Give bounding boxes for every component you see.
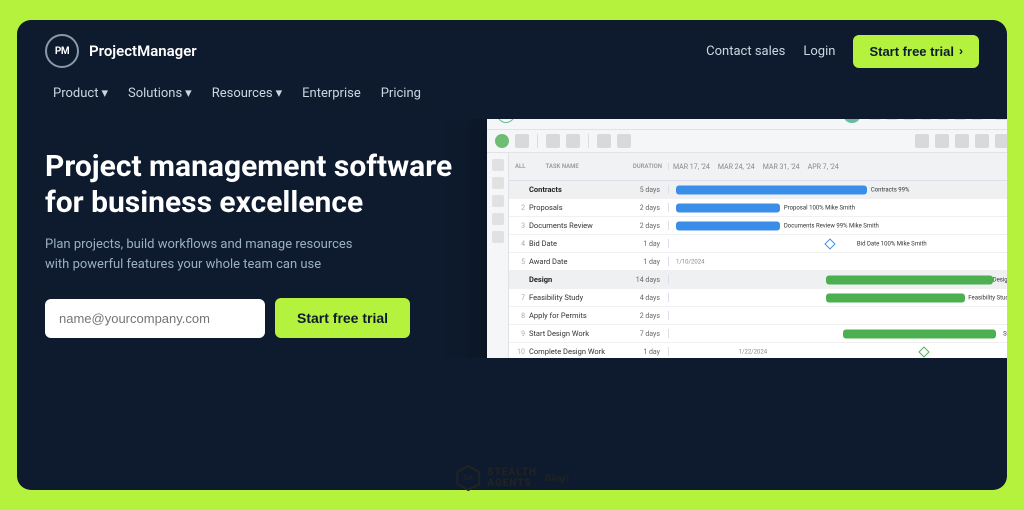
main-container: PM ProjectManager Contact sales Login St… (17, 20, 1007, 490)
watermark-badge: SA STEALTH AGENTS Blog! (454, 464, 569, 492)
paste-icon (955, 134, 969, 148)
app-toolbar (487, 130, 1007, 153)
table-row: 10 Complete Design Work 1 day 1/22/2024 (509, 343, 1007, 358)
filter-icon (546, 134, 560, 148)
table-row: 5 Award Date 1 day 1/10/2024 (509, 253, 1007, 271)
chevron-down-icon: ▾ (101, 86, 108, 101)
chevron-down-icon: ▾ (276, 86, 283, 101)
table-row: Design 14 days Design 87% (509, 271, 1007, 289)
logo-icon: PM (45, 34, 79, 68)
app-logo-small: PM (497, 119, 515, 123)
logo-text: ProjectManager (89, 42, 197, 60)
table-row: 4 Bid Date 1 day Bid Date 100% Mike Smit… (509, 235, 1007, 253)
cta-row: Start free trial (45, 298, 515, 338)
table-row: 7 Feasibility Study 4 days Feasibility S… (509, 289, 1007, 307)
svg-text:SA: SA (463, 475, 473, 482)
calendar-icon (937, 119, 949, 120)
gantt-header: ALL TASK NAME DURATION MAR 17, '24 MAR 2… (509, 153, 1007, 181)
table-row: 8 Apply for Permits 2 days (509, 307, 1007, 325)
avatar: G (843, 119, 861, 123)
nav-pricing[interactable]: Pricing (373, 82, 429, 105)
hero-left: Project management software for business… (45, 149, 515, 338)
nav-resources[interactable]: Resources ▾ (204, 82, 290, 105)
app-content: ALL TASK NAME DURATION MAR 17, '24 MAR 2… (487, 153, 1007, 358)
table-row: Contracts 5 days Contracts 99% (509, 181, 1007, 199)
watermark-text: STEALTH AGENTS (487, 467, 537, 489)
header: PM ProjectManager Contact sales Login St… (17, 20, 1007, 82)
table-row: 9 Start Design Work 7 days Start Design … (509, 325, 1007, 343)
link-icon (566, 134, 580, 148)
start-trial-hero-button[interactable]: Start free trial (275, 298, 410, 338)
chart-icon (954, 119, 966, 120)
export-icon (995, 134, 1007, 148)
nav-bar: Product ▾ Solutions ▾ Resources ▾ Enterp… (17, 82, 1007, 119)
gantt-rows: Contracts 5 days Contracts 99% 2 (509, 181, 1007, 358)
gantt-left-header: ALL TASK NAME DURATION (509, 163, 669, 170)
header-left: PM ProjectManager (45, 34, 197, 68)
contact-sales-link[interactable]: Contact sales (706, 44, 785, 59)
nav-solutions[interactable]: Solutions ▾ (120, 82, 200, 105)
cut-icon (915, 134, 929, 148)
delete-icon (597, 134, 611, 148)
copy-icon (935, 134, 949, 148)
nav-product[interactable]: Product ▾ (45, 82, 116, 105)
watermark: SA STEALTH AGENTS Blog! (454, 464, 569, 492)
login-button[interactable]: Login (803, 44, 835, 59)
indent-icon (617, 134, 631, 148)
hero-section: Project management software for business… (17, 119, 1007, 358)
grid-icon (903, 119, 915, 120)
add-icon (495, 134, 509, 148)
email-input[interactable] (45, 299, 265, 338)
menu-icon (869, 119, 881, 120)
blog-label: Blog! (544, 472, 570, 484)
list-icon (886, 119, 898, 120)
check-icon (920, 119, 932, 120)
stealth-label: STEALTH (487, 467, 537, 478)
person-icon (515, 134, 529, 148)
app-screenshot: PM Govalle Construction G (487, 119, 1007, 358)
agents-label: AGENTS (487, 478, 532, 489)
app-topbar: PM Govalle Construction G (487, 119, 1007, 130)
start-trial-header-button[interactable]: Start free trial › (853, 35, 979, 68)
arrow-icon: › (959, 44, 963, 58)
chevron-down-icon: ▾ (185, 86, 192, 101)
print-icon (975, 134, 989, 148)
search-icon (995, 119, 1007, 120)
gantt-chart: ALL TASK NAME DURATION MAR 17, '24 MAR 2… (509, 153, 1007, 358)
hero-title: Project management software for business… (45, 149, 515, 221)
stealth-agents-icon: SA (454, 464, 482, 492)
gantt-dates: MAR 17, '24 MAR 24, '24 MAR 31, '24 APR … (669, 163, 1007, 171)
table-row: 2 Proposals 2 days Proposal 100% Mike Sm… (509, 199, 1007, 217)
app-title: Govalle Construction (523, 119, 835, 121)
app-topbar-icons (869, 119, 983, 120)
hero-subtitle: Plan projects, build workflows and manag… (45, 235, 425, 274)
table-row: 3 Documents Review 2 days Documents Revi… (509, 217, 1007, 235)
header-right: Contact sales Login Start free trial › (706, 35, 979, 68)
nav-enterprise[interactable]: Enterprise (294, 82, 369, 105)
settings-icon (971, 119, 983, 120)
